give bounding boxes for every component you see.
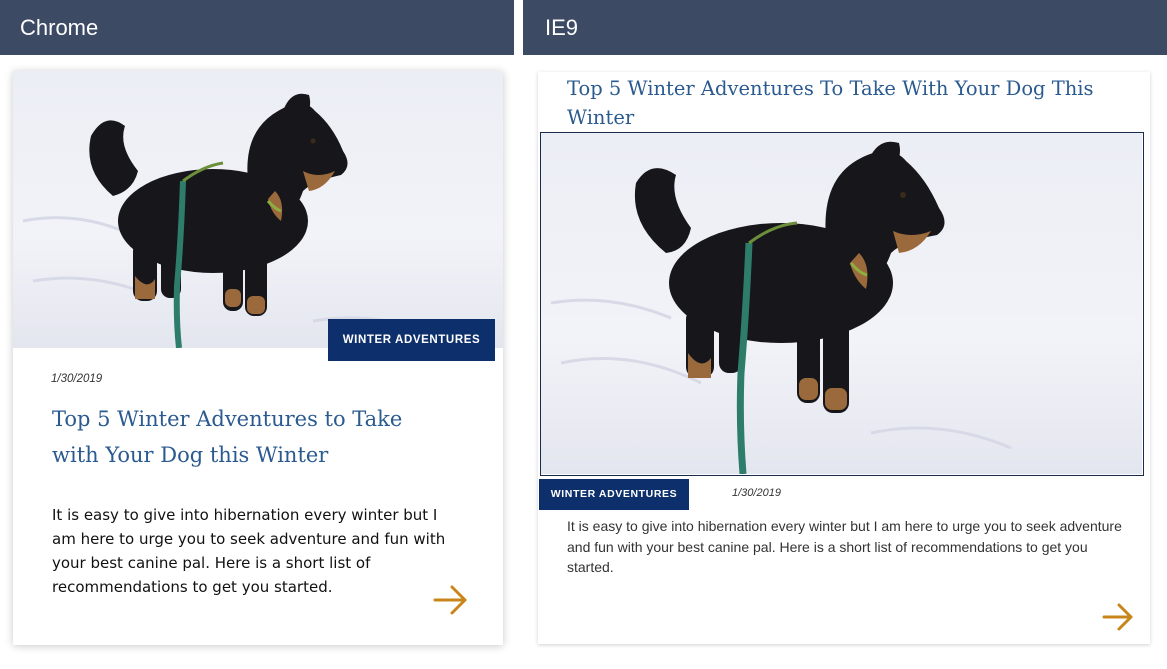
chrome-panel-label: Chrome — [20, 15, 99, 40]
article-title[interactable]: Top 5 Winter Adventures To Take With You… — [567, 74, 1127, 132]
article-photo-dog-in-snow — [540, 132, 1144, 476]
arrow-right-icon[interactable] — [433, 584, 469, 616]
category-tag[interactable]: WINTER ADVENTURES — [328, 319, 495, 361]
ie9-article-card[interactable]: Top 5 Winter Adventures To Take With You… — [538, 72, 1150, 644]
arrow-right-icon[interactable] — [1102, 602, 1134, 632]
chrome-panel-header: Chrome — [0, 0, 514, 55]
article-date: 1/30/2019 — [732, 487, 781, 499]
article-excerpt: It is easy to give into hibernation ever… — [567, 518, 1122, 575]
ie9-panel-label: IE9 — [545, 15, 579, 40]
article-date: 1/30/2019 — [51, 373, 103, 385]
article-excerpt: It is easy to give into hibernation ever… — [52, 506, 446, 596]
chrome-article-card[interactable]: WINTER ADVENTURES 1/30/2019 Top 5 Winter… — [13, 71, 503, 645]
ie9-panel-header: IE9 — [523, 0, 1167, 55]
article-photo-dog-in-snow — [13, 71, 503, 348]
category-tag[interactable]: WINTER ADVENTURES — [539, 479, 689, 510]
article-title[interactable]: Top 5 Winter Adventures to Take with You… — [52, 401, 442, 473]
